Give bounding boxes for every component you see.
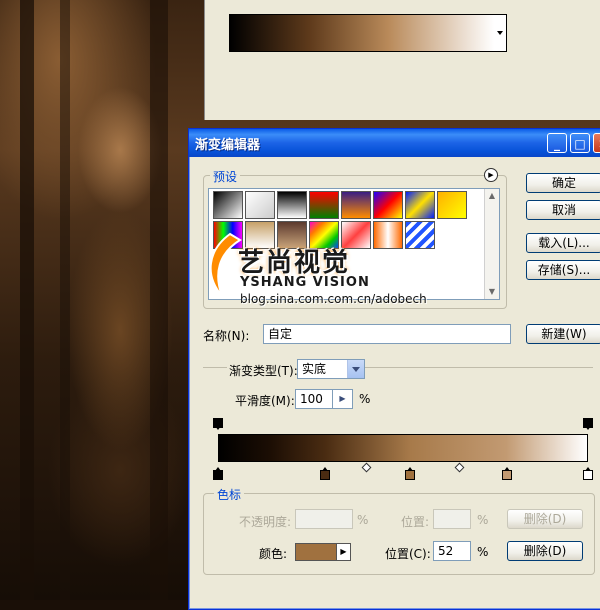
presets-menu-icon[interactable]: ▶ [484,168,498,182]
gradient-type-select[interactable]: 实底 [297,359,365,379]
preset-swatch[interactable] [373,191,403,219]
presets-scrollbar[interactable]: ▲ ▼ [484,189,499,299]
maximize-button[interactable]: □ [570,133,590,153]
color-stop[interactable] [405,467,416,480]
opacity-position-input [433,509,471,529]
preset-swatch[interactable] [245,191,275,219]
preset-swatch[interactable] [373,221,403,249]
name-input[interactable]: 自定 [263,324,511,344]
cancel-button[interactable]: 取消 [526,200,600,220]
preset-swatch[interactable] [341,191,371,219]
load-button[interactable]: 载入(L)... [526,233,600,253]
preset-swatch[interactable] [277,221,307,249]
titlebar: 渐变编辑器 _ □ ✕ [189,129,600,157]
name-label: 名称(N): [203,329,250,343]
ok-button[interactable]: 确定 [526,173,600,193]
gradient-type-label: 渐变类型(T): [227,362,300,379]
scroll-down-icon[interactable]: ▼ [487,287,497,297]
save-button[interactable]: 存储(S)... [526,260,600,280]
smoothness-input[interactable]: 100 [295,389,333,409]
opacity-position-label: 位置: [401,515,430,529]
color-stop-swatch[interactable] [295,543,337,561]
color-stops-title: 色标 [214,486,245,503]
color-stops-group: 色标 [203,486,595,575]
opacity-position-unit: % [477,513,489,527]
opacity-stop[interactable] [213,418,223,430]
opacity-label: 不透明度: [239,515,292,529]
color-stop[interactable] [320,467,331,480]
smoothness-label: 平滑度(M): [235,394,295,408]
opacity-stop[interactable] [583,418,593,430]
opacity-unit: % [357,513,369,527]
color-stop[interactable] [213,467,223,480]
close-button[interactable]: ✕ [593,133,600,153]
color-label: 颜色: [259,547,288,561]
gradient-picker-dropdown[interactable] [494,14,507,52]
opacity-delete-button: 删除(D) [507,509,583,529]
opacity-input [295,509,353,529]
color-delete-button[interactable]: 删除(D) [507,541,583,561]
gradient-type-value: 实底 [302,362,327,376]
presets-swatch-grid: ▲ ▼ [208,188,500,300]
dialog-title: 渐变编辑器 [195,137,261,153]
midpoint-diamond[interactable] [361,462,372,473]
preset-swatch[interactable] [213,191,243,219]
smoothness-slider-arrow-icon[interactable]: ▶ [333,389,353,409]
preset-swatch[interactable] [309,191,339,219]
color-position-input[interactable]: 52 [433,541,471,561]
preset-swatch[interactable] [245,221,275,249]
presets-title: 预设 [210,168,241,185]
current-gradient-preview[interactable] [229,14,495,52]
preset-swatch[interactable] [213,221,243,249]
preset-swatch[interactable] [309,221,339,249]
preset-swatch[interactable] [277,191,307,219]
new-button[interactable]: 新建(W) [526,324,600,344]
gradient-editor-dialog: 渐变编辑器 _ □ ✕ 预设 ▶ ▲ ▼ 确定 取消 载入(L)... 存储(S… [188,128,600,610]
color-stop[interactable] [583,467,593,480]
smoothness-unit: % [359,392,371,406]
color-menu-arrow-icon[interactable]: ▶ [337,543,351,561]
chevron-down-icon[interactable] [347,360,364,378]
midpoint-diamond[interactable] [454,462,464,473]
preset-swatch[interactable] [437,191,467,219]
color-stop[interactable] [501,467,512,480]
preset-swatch[interactable] [405,191,435,219]
presets-group: 预设 ▶ ▲ ▼ [203,168,507,309]
tool-options-panel [204,0,600,120]
preset-swatch[interactable] [405,221,435,249]
minimize-button[interactable]: _ [547,133,567,153]
color-position-label: 位置(C): [385,547,431,561]
color-position-unit: % [477,545,489,559]
gradient-bar[interactable] [218,434,588,462]
scroll-up-icon[interactable]: ▲ [487,191,497,201]
preset-swatch[interactable] [341,221,371,249]
